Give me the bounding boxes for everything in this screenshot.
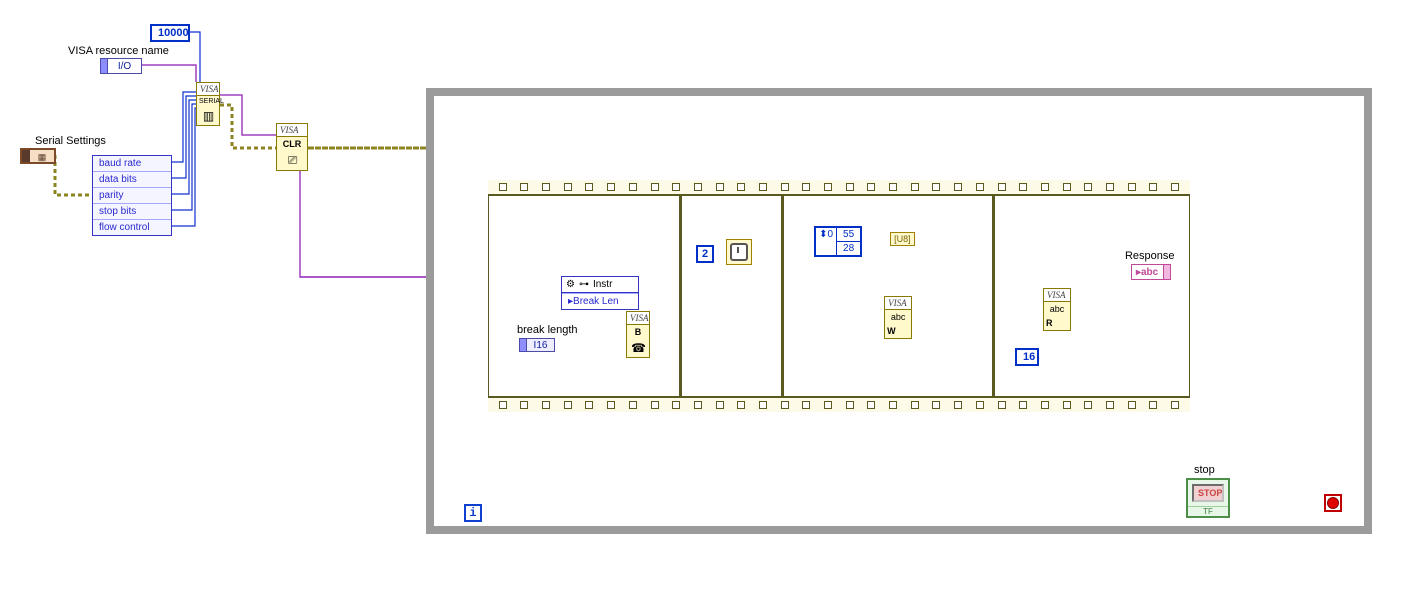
stop-button-face: STOP [1192,484,1224,502]
visa-read-tag: R [1044,316,1070,330]
while-loop[interactable]: ⚙ ⊶ Instr ▸Break Len VISA B ☎ break leng… [426,88,1372,534]
unbundle-row-flow-control[interactable]: flow control [93,220,171,235]
numeric-constant-timeout[interactable]: 10000 [150,24,190,42]
array-element-1[interactable]: 28 [837,242,860,255]
visa-node-head: VISA [627,312,649,325]
visa-node-subhead: SERIAL [197,96,219,107]
stop-button-control[interactable]: STOP TF [1186,478,1230,518]
unbundle-row-baud-rate[interactable]: baud rate [93,156,171,172]
unbundle-row-parity[interactable]: parity [93,188,171,204]
sequence-frame-2[interactable]: ⬍0 55 28 [U8] VISA abc W [784,196,995,396]
film-strip-top [488,180,1190,195]
clock-icon [730,243,748,261]
i16-type-glyph: I16 [527,339,554,352]
serial-settings-control[interactable]: ▦ [20,148,56,164]
visa-read-node[interactable]: VISA abc R [1043,288,1071,331]
clr-icon: ⎚ [277,151,307,170]
sequence-frame-0[interactable]: ⚙ ⊶ Instr ▸Break Len VISA B ☎ break leng… [489,196,682,396]
row-label: flow control [99,222,150,233]
u8-array-constant[interactable]: ⬍0 55 28 [814,226,862,257]
u8-glyph: [U8] [894,234,911,244]
visa-resource-name-control[interactable]: I/O [100,58,142,74]
loop-iteration-terminal[interactable]: i [464,504,482,522]
stop-circle-icon [1327,497,1339,509]
constant-value: 16 [1023,351,1035,363]
visa-clear-node[interactable]: VISA CLR ⎚ [276,123,308,171]
unbundle-by-name[interactable]: baud rate data bits parity stop bits flo… [92,155,172,236]
property-name: Break Len [573,296,619,307]
byte-array-to-string-node[interactable]: [U8] [890,232,915,246]
numeric-constant-wait[interactable]: 2 [696,245,714,263]
iter-glyph: i [469,506,476,520]
cluster-icon: ▦ [30,150,54,162]
response-label: Response [1125,250,1175,262]
property-class-label: Instr [593,279,612,290]
visa-serial-break-node[interactable]: VISA B ☎ [626,311,650,358]
unbundle-row-stop-bits[interactable]: stop bits [93,204,171,220]
flat-sequence-structure[interactable]: ⚙ ⊶ Instr ▸Break Len VISA B ☎ break leng… [488,180,1190,412]
visa-break-body: B [627,325,649,339]
film-strip-bottom [488,397,1190,412]
break-length-label: break length [517,324,578,336]
constant-value: 10000 [158,27,189,39]
wait-ms-node[interactable] [726,239,752,265]
serial-settings-label: Serial Settings [35,135,106,147]
visa-write-node[interactable]: VISA abc W [884,296,912,339]
row-label: data bits [99,174,137,185]
visa-property-node-break-len[interactable]: ⚙ ⊶ Instr ▸Break Len [561,276,639,310]
visa-node-head: VISA [277,124,307,137]
visa-clr-body: CLR [277,137,307,151]
row-label: stop bits [99,206,136,217]
visa-node-head: VISA [885,297,911,310]
abc-type-glyph: ▸abc [1132,266,1163,279]
phone-icon: ☎ [627,339,649,357]
visa-node-head: VISA [1044,289,1070,302]
serial-port-icon: ▥ [197,107,219,125]
wrench-icon: ⚙ [566,279,575,290]
plug-icon: ⊶ [579,279,589,290]
control-direction-grip [520,339,527,351]
array-element-0[interactable]: 55 [837,228,860,242]
indicator-direction-grip [1163,265,1170,279]
visa-node-head: VISA [197,83,219,96]
break-length-control[interactable]: I16 [519,338,555,352]
property-row-break-len[interactable]: ▸Break Len [562,293,638,309]
tf-type-glyph: TF [1188,506,1228,516]
sequence-frame-3[interactable]: VISA abc R 16 Response ▸abc [995,196,1189,396]
row-label: baud rate [99,158,141,169]
constant-value: 2 [702,248,708,260]
numeric-constant-read-bytes[interactable]: 16 [1015,348,1039,366]
control-direction-grip [101,59,108,73]
control-type-glyph: I/O [108,60,141,73]
loop-condition-terminal[interactable] [1324,494,1342,512]
stop-label: stop [1194,464,1215,476]
row-label: parity [99,190,123,201]
array-index-value[interactable]: 0 [827,229,833,240]
property-node-header: ⚙ ⊶ Instr [562,277,638,293]
control-direction-grip [22,150,30,162]
unbundle-row-data-bits[interactable]: data bits [93,172,171,188]
visa-read-body: abc [1044,302,1070,316]
sequence-frame-1[interactable]: 2 [682,196,784,396]
visa-write-tag: W [885,324,911,338]
block-diagram-canvas[interactable]: { "labels":{ "visa_resource_name":"VISA … [0,0,1419,607]
visa-resource-name-label: VISA resource name [68,45,169,57]
response-indicator[interactable]: ▸abc [1131,264,1171,280]
visa-configure-serial-node[interactable]: VISA SERIAL ▥ [196,82,220,126]
visa-write-body: abc [885,310,911,324]
